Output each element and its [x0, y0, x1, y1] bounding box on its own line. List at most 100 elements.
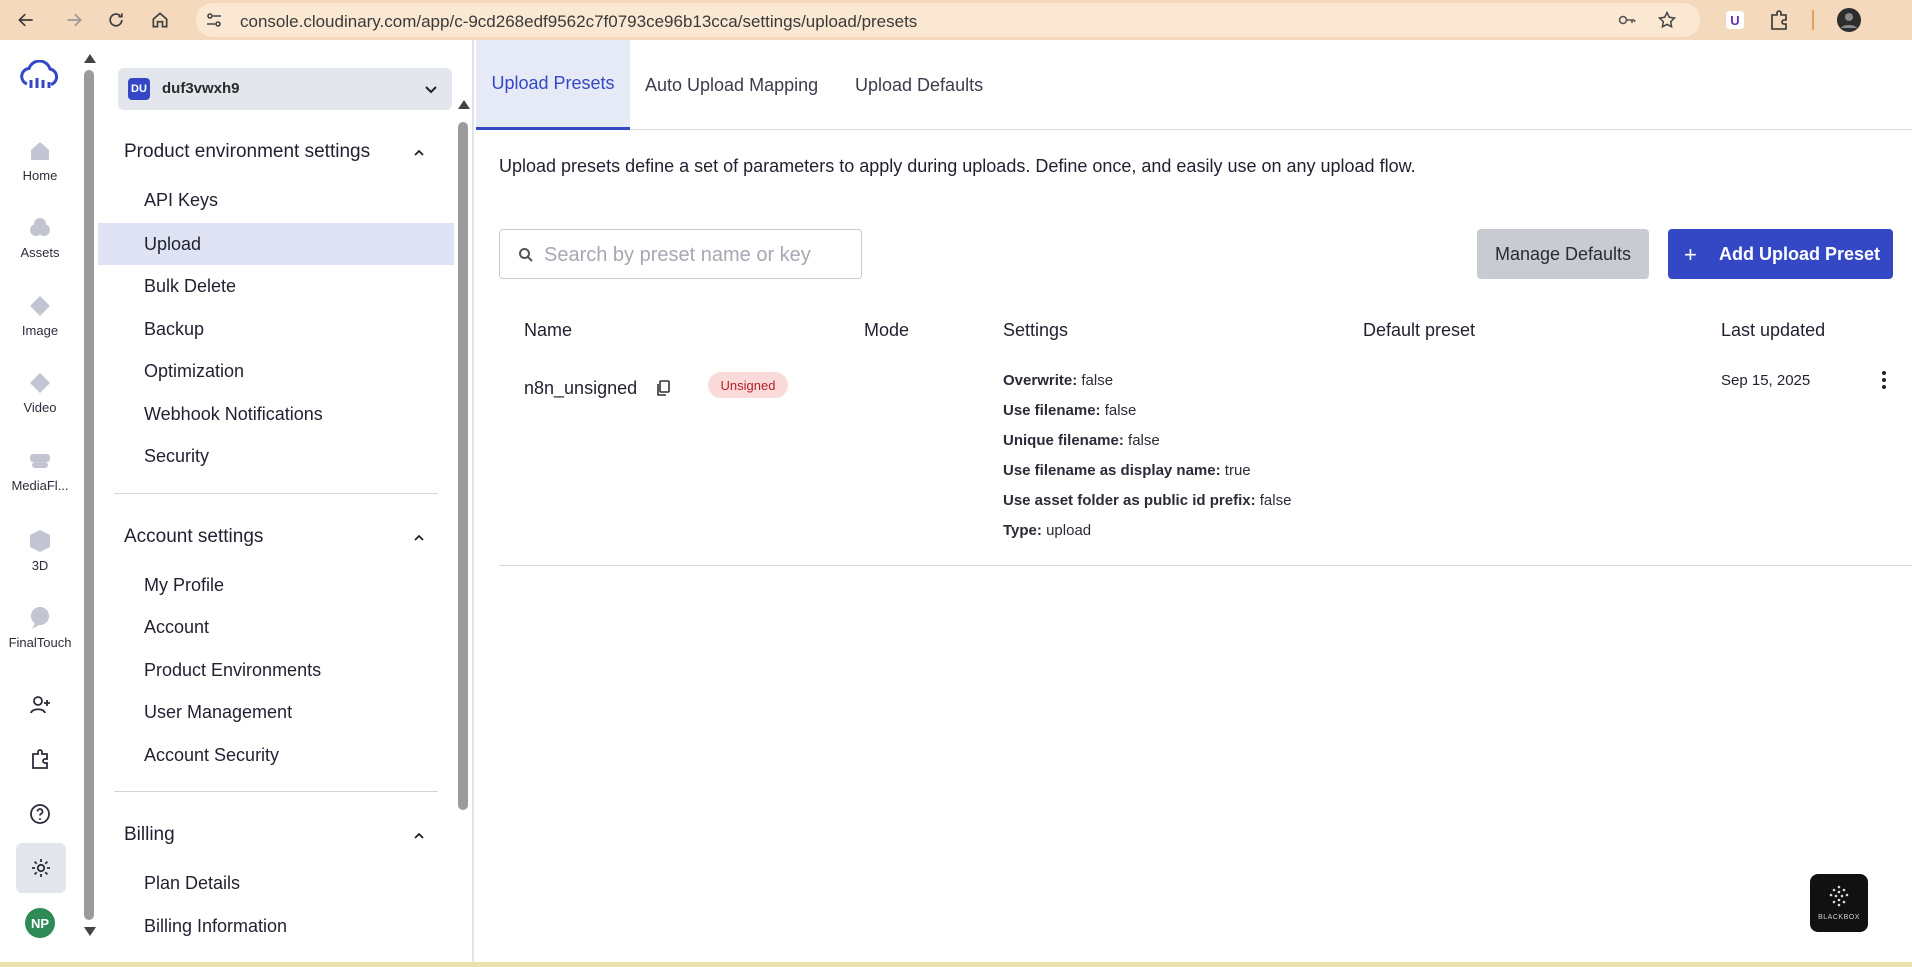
sidebar-border: [472, 40, 474, 964]
plus-icon: +: [1684, 242, 1697, 267]
sidebar-scrollbar[interactable]: [456, 100, 470, 964]
password-key-icon[interactable]: [1618, 11, 1636, 29]
sidebar-item-billing-information[interactable]: Billing Information: [98, 905, 454, 947]
cloudinary-logo-icon[interactable]: [17, 60, 61, 90]
invite-user-icon[interactable]: [29, 694, 51, 716]
sidebar-item-backup[interactable]: Backup: [98, 308, 454, 350]
tab-upload-defaults[interactable]: Upload Defaults: [855, 40, 983, 130]
rail-mediaflows[interactable]: MediaFl...: [0, 448, 80, 493]
chevron-up-icon[interactable]: [412, 146, 426, 160]
sidebar-item-bulk-delete[interactable]: Bulk Delete: [98, 265, 454, 307]
tab-auto-upload-mapping[interactable]: Auto Upload Mapping: [645, 40, 818, 130]
extension-u-icon[interactable]: U: [1724, 9, 1746, 31]
setting-use-filename: Use filename: false: [1003, 402, 1136, 419]
search-icon: [519, 248, 533, 262]
home-icon: [31, 142, 49, 160]
setting-value: false: [1081, 372, 1114, 389]
divider: [114, 791, 438, 792]
chevron-down-icon: [425, 86, 437, 94]
help-icon[interactable]: [29, 803, 51, 825]
blackbox-widget[interactable]: BLACKBOX: [1810, 874, 1868, 932]
blackbox-label: BLACKBOX: [1818, 914, 1860, 921]
setting-key: Use filename as display name:: [1003, 462, 1221, 479]
section-account-settings[interactable]: Account settings: [124, 526, 263, 548]
mode-badge: Unsigned: [708, 372, 788, 398]
site-info-icon[interactable]: [206, 12, 222, 28]
sidebar-item-plan-details[interactable]: Plan Details: [98, 862, 454, 904]
scroll-down-arrow-icon[interactable]: [84, 927, 96, 936]
main-rail: Home Assets Image Video MediaFl... 3D Fi…: [0, 40, 80, 964]
search-field[interactable]: [499, 229, 862, 279]
scrollbar-thumb[interactable]: [458, 122, 468, 810]
last-updated-date: Sep 15, 2025: [1721, 372, 1811, 389]
chevron-up-icon[interactable]: [412, 829, 426, 843]
sidebar-item-optimization[interactable]: Optimization: [98, 350, 454, 392]
forward-icon[interactable]: [62, 8, 86, 32]
rail-assets[interactable]: Assets: [0, 215, 80, 260]
preset-name[interactable]: n8n_unsigned: [524, 378, 637, 399]
gear-icon: [32, 859, 50, 877]
setting-key: Type:: [1003, 522, 1042, 539]
profile-avatar-icon[interactable]: [1836, 7, 1862, 33]
sidebar-item-my-profile[interactable]: My Profile: [98, 564, 454, 606]
extensions-puzzle-icon[interactable]: [1768, 9, 1790, 31]
rail-label: Home: [22, 168, 58, 183]
chevron-up-icon[interactable]: [412, 531, 426, 545]
setting-use-asset-folder-prefix: Use asset folder as public id prefix: fa…: [1003, 492, 1291, 509]
rail-finaltouch[interactable]: FinalTouch: [0, 605, 80, 650]
sidebar-item-user-management[interactable]: User Management: [98, 691, 454, 733]
back-icon[interactable]: [14, 8, 38, 32]
svg-text:U: U: [1730, 13, 1739, 28]
column-header-default-preset: Default preset: [1363, 320, 1476, 340]
rail-label: Image: [21, 323, 59, 338]
integrations-puzzle-icon[interactable]: [29, 748, 51, 770]
manage-defaults-button[interactable]: Manage Defaults: [1477, 229, 1649, 279]
section-product-environment-settings[interactable]: Product environment settings: [124, 141, 370, 163]
setting-use-filename-as-display-name: Use filename as display name: true: [1003, 462, 1251, 479]
column-header-settings: Settings: [1003, 320, 1069, 340]
column-header-mode: Mode: [864, 320, 910, 340]
address-bar[interactable]: console.cloudinary.com/app/c-9cd268edf95…: [196, 3, 1700, 37]
sidebar-item-upload[interactable]: Upload: [98, 223, 454, 265]
copy-icon[interactable]: [656, 380, 670, 396]
more-options-icon[interactable]: [1880, 370, 1888, 390]
section-billing[interactable]: Billing: [124, 824, 175, 846]
setting-value: false: [1104, 402, 1137, 419]
add-upload-preset-button[interactable]: + Add Upload Preset: [1668, 229, 1893, 279]
rail-scrollbar[interactable]: [82, 54, 96, 936]
rail-label: Assets: [20, 245, 60, 260]
bookmark-star-icon[interactable]: [1658, 11, 1676, 29]
setting-value: false: [1259, 492, 1292, 509]
rail-video[interactable]: Video: [0, 370, 80, 415]
sidebar-item-api-keys[interactable]: API Keys: [98, 179, 454, 221]
sidebar-item-account[interactable]: Account: [98, 606, 454, 648]
reload-icon[interactable]: [104, 8, 128, 32]
cube-icon: [30, 530, 50, 552]
rail-image[interactable]: Image: [0, 293, 80, 338]
page-description: Upload presets define a set of parameter…: [499, 156, 1416, 176]
rail-3d[interactable]: 3D: [0, 528, 80, 573]
video-icon: [30, 373, 50, 393]
sidebar-item-webhook-notifications[interactable]: Webhook Notifications: [98, 393, 454, 435]
sidebar-item-product-environments[interactable]: Product Environments: [98, 649, 454, 691]
setting-key: Overwrite:: [1003, 372, 1078, 389]
divider: [114, 493, 438, 494]
rail-home[interactable]: Home: [0, 138, 80, 183]
rail-settings[interactable]: [16, 843, 66, 893]
main-content: Upload Presets Auto Upload Mapping Uploa…: [476, 40, 1912, 964]
scroll-up-arrow-icon[interactable]: [84, 54, 96, 63]
url-text: console.cloudinary.com/app/c-9cd268edf95…: [240, 12, 918, 31]
home-browser-icon[interactable]: [148, 8, 172, 32]
bottom-strip: [0, 962, 1912, 967]
setting-key: Use filename:: [1003, 402, 1101, 419]
search-input[interactable]: [544, 242, 844, 268]
scrollbar-thumb[interactable]: [84, 70, 94, 920]
avatar[interactable]: NP: [25, 908, 55, 938]
tab-upload-presets[interactable]: Upload Presets: [476, 40, 630, 130]
sidebar-item-account-security[interactable]: Account Security: [98, 734, 454, 776]
browser-toolbar: console.cloudinary.com/app/c-9cd268edf95…: [0, 0, 1912, 40]
finaltouch-icon: [31, 607, 49, 629]
sidebar-item-security[interactable]: Security: [98, 435, 454, 477]
environment-selector[interactable]: DU duf3vwxh9: [118, 68, 452, 110]
scroll-up-arrow-icon[interactable]: [458, 100, 470, 109]
